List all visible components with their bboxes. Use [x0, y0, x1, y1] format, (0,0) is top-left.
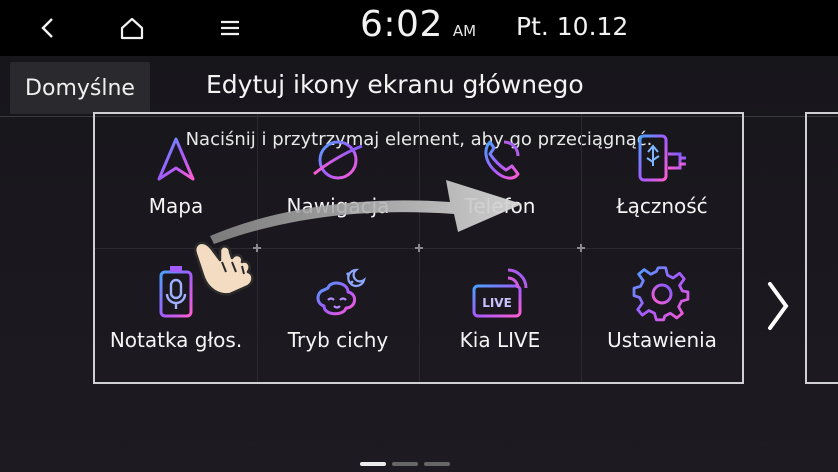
clock-ampm: AM — [452, 22, 477, 40]
page-indicator — [360, 462, 450, 466]
app-label: Łączność — [616, 194, 708, 218]
app-tile-quiet-mode[interactable]: Tryb cichy — [257, 248, 419, 382]
home-icon — [120, 17, 144, 40]
page-dot[interactable] — [392, 462, 418, 466]
menu-button[interactable] — [210, 8, 250, 48]
planet-icon — [306, 130, 370, 190]
page-dot[interactable] — [360, 462, 386, 466]
app-label: Ustawienia — [607, 328, 717, 352]
clock-time: 6:02 — [360, 4, 443, 45]
back-button[interactable] — [28, 8, 68, 48]
voice-memo-icon — [144, 264, 208, 324]
app-label: Tryb cichy — [287, 328, 389, 352]
gear-icon — [630, 264, 694, 324]
app-tile-map[interactable]: Mapa — [95, 114, 257, 248]
phone-icon — [468, 130, 532, 190]
app-tile-settings[interactable]: Ustawienia — [581, 248, 743, 382]
svg-text:LIVE: LIVE — [482, 296, 512, 310]
app-tile-kia-live[interactable]: LIVE Kia LIVE — [419, 248, 581, 382]
navigation-arrow-icon — [144, 130, 208, 190]
app-tile-voice-memo[interactable]: Notatka głos. — [95, 248, 257, 382]
chevron-right-icon — [768, 282, 789, 330]
menu-icon — [221, 20, 239, 36]
default-button[interactable]: Domyślne — [10, 62, 150, 114]
quiet-mode-icon — [306, 264, 370, 324]
next-page-preview — [805, 112, 838, 384]
app-label: Kia LIVE — [459, 328, 541, 352]
header: Domyślne Edytuj ikony ekranu głównego — [0, 56, 838, 117]
app-label: Notatka głos. — [109, 328, 243, 352]
app-tile-navigation[interactable]: Nawigacja — [257, 114, 419, 248]
kia-live-icon: LIVE — [468, 264, 532, 324]
page-title: Edytuj ikony ekranu głównego — [206, 70, 584, 99]
status-bar: 6:02 AM Pt. 10.12 — [0, 0, 838, 56]
app-tile-connectivity[interactable]: Łączność — [581, 114, 743, 248]
page-dot[interactable] — [424, 462, 450, 466]
app-label: Mapa — [148, 194, 204, 218]
clock: 6:02 AM — [360, 4, 476, 52]
date: Pt. 10.12 — [516, 12, 629, 41]
home-button[interactable] — [112, 8, 152, 48]
usb-connectivity-icon — [630, 130, 694, 190]
app-tile-phone[interactable]: Telefon — [419, 114, 581, 248]
next-page-button[interactable] — [762, 276, 792, 336]
app-label: Nawigacja — [286, 194, 390, 218]
chevron-left-icon — [41, 18, 53, 38]
app-label: Telefon — [464, 194, 536, 218]
app-icon-grid: Mapa Nawigacja Telefon Łączność Notatka … — [93, 112, 744, 384]
